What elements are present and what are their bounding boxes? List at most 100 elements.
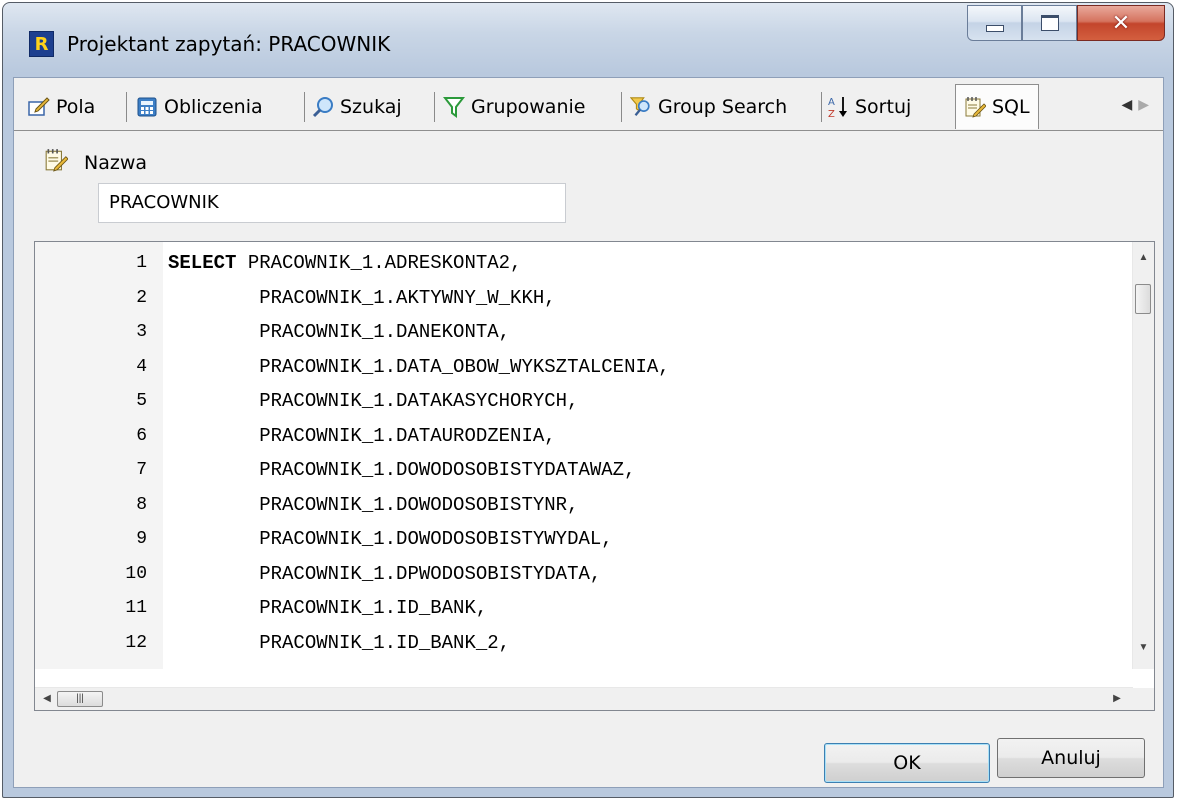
code-fragment: PRACOWNIK_1.ADRESKONTA2, — [236, 252, 522, 274]
code-line[interactable]: 3 PRACOWNIK_1.DANEKONTA, — [35, 315, 1133, 350]
name-label: Nazwa — [84, 151, 148, 174]
sql-keyword: SELECT — [168, 252, 237, 274]
code-fragment: PRACOWNIK_1.DOWODOSOBISTYDATAWAZ, — [168, 459, 636, 481]
code-line[interactable]: 2 PRACOWNIK_1.AKTYWNY_W_KKH, — [35, 281, 1133, 316]
code-line[interactable]: 7 PRACOWNIK_1.DOWODOSOBISTYDATAWAZ, — [35, 453, 1133, 488]
code-text: PRACOWNIK_1.DANEKONTA, — [168, 315, 510, 350]
sort-az-icon: AZ — [827, 96, 849, 119]
line-number: 1 — [136, 253, 147, 273]
code-fragment: PRACOWNIK_1.DATAURODZENIA, — [168, 424, 556, 447]
name-label-row: Nazwa — [44, 148, 147, 177]
code-fragment: PRACOWNIK_1.DOWODOSOBISTYNR, — [168, 493, 579, 516]
code-line[interactable]: 1 SELECT PRACOWNIK_1.ADRESKONTA2, — [35, 246, 1133, 281]
tab-separator — [304, 92, 305, 122]
vertical-scrollbar[interactable]: ▲ ▼ — [1132, 242, 1154, 669]
name-input[interactable]: PRACOWNIK — [98, 183, 566, 223]
tab-grupowanie[interactable]: Grupowanie — [443, 90, 585, 124]
tab-scroll-right-icon[interactable]: ▶ — [1138, 96, 1155, 112]
code-fragment: PRACOWNIK_1.ID_BANK_2, — [168, 631, 511, 654]
code-line[interactable]: 11 PRACOWNIK_1.ID_BANK, — [35, 591, 1133, 626]
line-number: 8 — [136, 494, 147, 515]
line-number: 3 — [136, 322, 147, 342]
filter-icon — [443, 96, 465, 118]
sql-editor[interactable]: 1 SELECT PRACOWNIK_1.ADRESKONTA2, 2 PRACOW… — [34, 241, 1155, 711]
svg-text:Z: Z — [828, 109, 835, 119]
tab-separator — [621, 92, 622, 122]
horizontal-scroll-thumb[interactable]: ||| — [57, 691, 103, 707]
line-number: 9 — [136, 529, 147, 549]
code-text: PRACOWNIK_1.DATAURODZENIA, — [168, 419, 556, 454]
scroll-right-icon[interactable]: ▶ — [1107, 688, 1127, 710]
code-line[interactable]: 6 PRACOWNIK_1.DATAURODZENIA, — [35, 419, 1133, 454]
line-number: 4 — [136, 356, 147, 377]
edit-icon — [28, 96, 50, 118]
code-text: PRACOWNIK_1.DOWODOSOBISTYNR, — [168, 488, 578, 523]
code-text: PRACOWNIK_1.DOWODOSOBISTYWYDAL, — [168, 522, 613, 557]
tab-szukaj[interactable]: Szukaj — [312, 90, 402, 124]
close-button[interactable]: ✕ — [1077, 5, 1165, 41]
group-search-icon — [630, 96, 652, 118]
horizontal-scrollbar[interactable]: ◀ ||| ▶ — [35, 687, 1133, 710]
code-fragment: PRACOWNIK_1.ID_BANK, — [168, 597, 488, 619]
tab-pola[interactable]: Pola — [28, 90, 95, 124]
vertical-scroll-thumb[interactable] — [1135, 284, 1151, 314]
minimize-icon — [985, 24, 1004, 32]
search-icon — [312, 96, 334, 118]
code-text: SELECT PRACOWNIK_1.ADRESKONTA2, — [168, 246, 521, 281]
scroll-left-icon[interactable]: ◀ — [37, 688, 57, 710]
scroll-down-icon[interactable]: ▼ — [1133, 638, 1154, 658]
ok-button[interactable]: OK — [824, 743, 990, 783]
code-line[interactable]: 12 PRACOWNIK_1.ID_BANK_2, — [35, 626, 1133, 661]
line-number: 6 — [136, 425, 147, 446]
line-number: 11 — [125, 598, 147, 618]
code-fragment: PRACOWNIK_1.DANEKONTA, — [168, 321, 511, 343]
name-note-icon — [44, 148, 69, 177]
code-line[interactable]: 9 PRACOWNIK_1.DOWODOSOBISTYWYDAL, — [35, 522, 1133, 557]
app-icon: R — [29, 31, 54, 57]
code-line[interactable]: 8 PRACOWNIK_1.DOWODOSOBISTYNR, — [35, 488, 1133, 523]
code-text: PRACOWNIK_1.AKTYWNY_W_KKH, — [168, 281, 555, 316]
cancel-button[interactable]: Anuluj — [997, 738, 1145, 778]
line-number: 7 — [136, 460, 147, 480]
tab-scroll-left-icon[interactable]: ◀ — [1121, 96, 1138, 112]
tab-separator — [434, 92, 435, 122]
tab-obliczenia[interactable]: Obliczenia — [136, 90, 263, 124]
sql-code-area[interactable]: 1 SELECT PRACOWNIK_1.ADRESKONTA2, 2 PRACOW… — [35, 246, 1133, 668]
code-text: PRACOWNIK_1.DPWODOSOBISTYDATA, — [168, 557, 601, 592]
code-text: PRACOWNIK_1.ID_BANK_2, — [168, 626, 510, 661]
line-number: 12 — [125, 632, 147, 653]
tab-separator — [126, 92, 127, 122]
tab-strip: Pola Obliczenia Szukaj Grupowanie Group … — [14, 78, 1163, 131]
tab-group-search[interactable]: Group Search — [630, 90, 787, 124]
maximize-button[interactable] — [1022, 5, 1077, 41]
title-bar[interactable]: R Projektant zapytań: PRACOWNIK ✕ — [3, 3, 1173, 77]
scroll-up-icon[interactable]: ▲ — [1133, 248, 1154, 268]
code-fragment: PRACOWNIK_1.DOWODOSOBISTYWYDAL, — [168, 528, 613, 550]
code-line[interactable]: 10 PRACOWNIK_1.DPWODOSOBISTYDATA, — [35, 557, 1133, 592]
code-text: PRACOWNIK_1.ID_BANK, — [168, 591, 487, 626]
line-number: 2 — [136, 287, 147, 308]
minimize-button[interactable] — [967, 5, 1022, 41]
code-line[interactable]: 5 PRACOWNIK_1.DATAKASYCHORYCH, — [35, 384, 1133, 419]
tab-separator — [821, 92, 822, 122]
svg-text:A: A — [828, 97, 835, 108]
query-designer-window: R Projektant zapytań: PRACOWNIK ✕ Pola O… — [2, 2, 1174, 798]
code-fragment: PRACOWNIK_1.DATAKASYCHORYCH, — [168, 390, 579, 412]
code-fragment: PRACOWNIK_1.DATA_OBOW_WYKSZTALCENIA, — [168, 355, 670, 378]
dialog-client-area: Pola Obliczenia Szukaj Grupowanie Group … — [13, 77, 1164, 788]
window-title: Projektant zapytań: PRACOWNIK — [67, 32, 391, 56]
tab-sortuj[interactable]: AZ Sortuj — [827, 90, 911, 124]
caption-buttons: ✕ — [967, 5, 1165, 43]
calculator-icon — [136, 96, 158, 118]
scrollbar-corner — [1133, 688, 1154, 710]
code-text: PRACOWNIK_1.DOWODOSOBISTYDATAWAZ, — [168, 453, 635, 488]
sql-note-icon — [964, 96, 986, 118]
line-number: 5 — [136, 391, 147, 411]
code-text: PRACOWNIK_1.DATAKASYCHORYCH, — [168, 384, 578, 419]
code-text: PRACOWNIK_1.DATA_OBOW_WYKSZTALCENIA, — [168, 350, 670, 385]
code-fragment: PRACOWNIK_1.DPWODOSOBISTYDATA, — [168, 562, 602, 585]
tab-scroll-arrows[interactable]: ◀▶ — [1121, 96, 1155, 113]
close-icon: ✕ — [1111, 10, 1131, 36]
code-line[interactable]: 4 PRACOWNIK_1.DATA_OBOW_WYKSZTALCENIA, — [35, 350, 1133, 385]
tab-sql[interactable]: SQL — [955, 84, 1039, 129]
